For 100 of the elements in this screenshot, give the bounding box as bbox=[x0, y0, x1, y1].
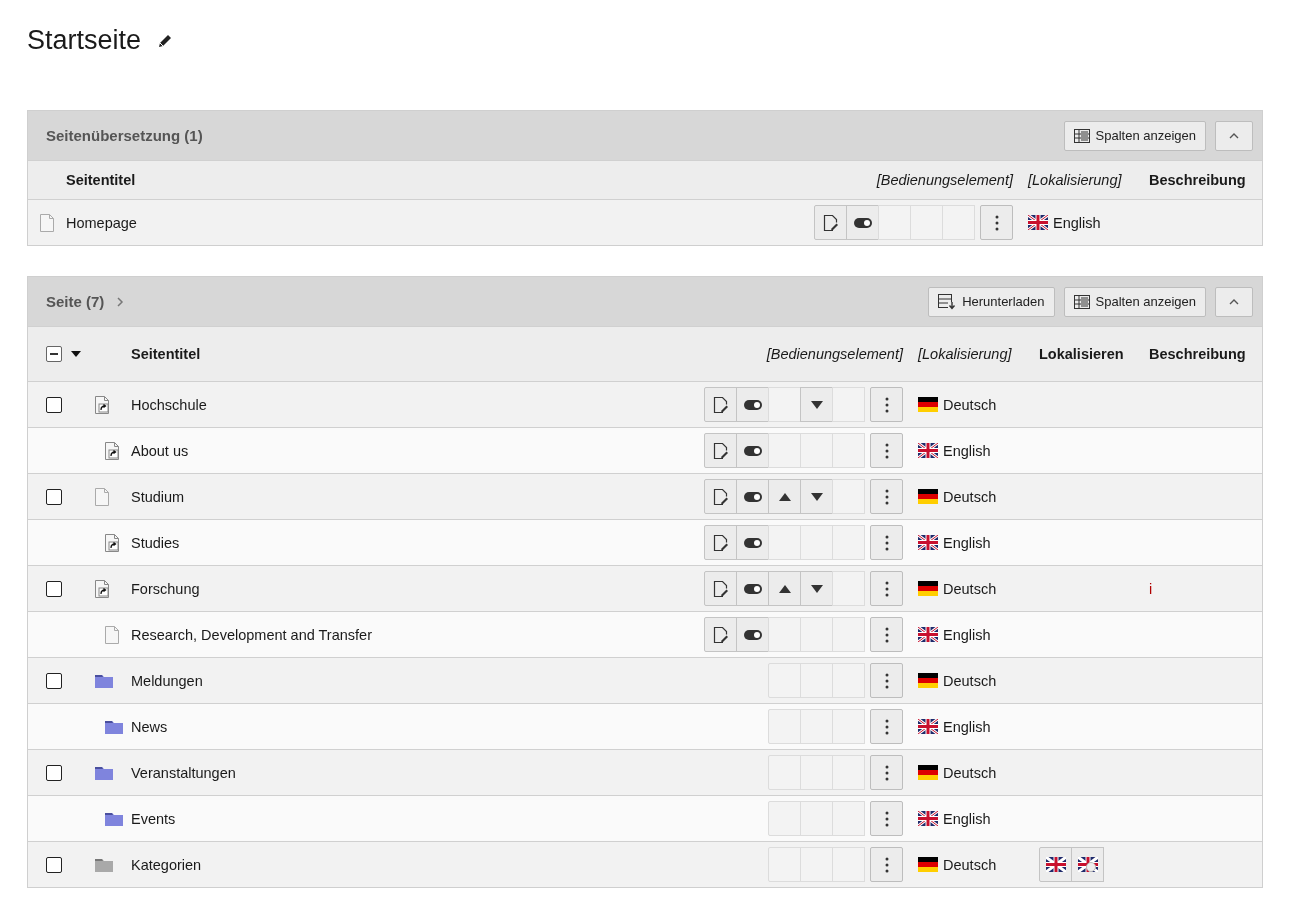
flag-icon bbox=[918, 581, 938, 596]
page-title-link[interactable]: Homepage bbox=[66, 214, 814, 231]
language-label: Deutsch bbox=[943, 580, 997, 597]
page-title-link[interactable]: Events bbox=[131, 810, 768, 827]
chevron-up-icon bbox=[1228, 297, 1240, 306]
folder-icon bbox=[105, 719, 123, 734]
edit-button[interactable] bbox=[704, 617, 737, 652]
page-title-link[interactable]: Meldungen bbox=[131, 672, 768, 689]
download-list-icon bbox=[938, 293, 957, 310]
edit-button[interactable] bbox=[704, 479, 737, 514]
row-checkbox[interactable] bbox=[46, 672, 62, 689]
empty-action-slot bbox=[832, 801, 865, 836]
page-title: Startseite bbox=[27, 24, 142, 56]
page-title-link[interactable]: Research, Development and Transfer bbox=[131, 626, 704, 643]
more-vertical-icon bbox=[884, 764, 889, 781]
page-title-link[interactable]: News bbox=[131, 718, 768, 735]
show-columns-button[interactable]: Spalten anzeigen bbox=[1063, 120, 1206, 151]
language-label: English bbox=[943, 626, 991, 643]
translate-button[interactable] bbox=[1039, 847, 1072, 882]
page-title-link[interactable]: About us bbox=[131, 442, 704, 459]
move-down-button[interactable] bbox=[800, 387, 833, 422]
page-icon bbox=[40, 213, 54, 232]
triangle-down-icon bbox=[810, 400, 823, 409]
triangle-down-icon bbox=[810, 492, 823, 501]
empty-action-slot bbox=[832, 479, 865, 514]
row-checkbox[interactable] bbox=[46, 856, 62, 873]
edit-button[interactable] bbox=[704, 525, 737, 560]
flag-icon bbox=[1028, 215, 1048, 230]
more-vertical-icon bbox=[994, 214, 999, 231]
edit-button[interactable] bbox=[704, 387, 737, 422]
column-header[interactable]: Seitentitel bbox=[131, 346, 767, 362]
empty-action-slot bbox=[832, 433, 865, 468]
page-title-link[interactable]: Forschung bbox=[131, 580, 704, 597]
more-vertical-icon bbox=[884, 856, 889, 873]
move-down-button[interactable] bbox=[800, 571, 833, 606]
column-header[interactable]: Beschreibung bbox=[1149, 172, 1252, 188]
chevron-right-icon[interactable] bbox=[116, 295, 125, 308]
column-header: [Lokalisierung] bbox=[1026, 172, 1123, 188]
select-all-checkbox[interactable] bbox=[46, 346, 62, 362]
column-header[interactable]: Seitentitel bbox=[66, 172, 877, 188]
page-title-link[interactable]: Studium bbox=[131, 488, 704, 505]
language-label: English bbox=[1053, 214, 1101, 231]
more-vertical-icon bbox=[884, 718, 889, 735]
page-title-link[interactable]: Veranstaltungen bbox=[131, 764, 768, 781]
page-icon bbox=[105, 625, 119, 644]
toggle-icon bbox=[743, 445, 762, 456]
toggle-visibility-button[interactable] bbox=[736, 387, 769, 422]
copy-translation-button[interactable] bbox=[1071, 847, 1104, 882]
toggle-visibility-button[interactable] bbox=[736, 617, 769, 652]
edit-button[interactable] bbox=[814, 205, 847, 240]
more-vertical-icon bbox=[884, 534, 889, 551]
page-title-link[interactable]: Kategorien bbox=[131, 856, 768, 873]
edit-button[interactable] bbox=[704, 571, 737, 606]
panel-title[interactable]: Seite (7) bbox=[46, 293, 105, 310]
edit-page-icon bbox=[822, 213, 839, 232]
edit-button[interactable] bbox=[704, 433, 737, 468]
toggle-visibility-button[interactable] bbox=[736, 571, 769, 606]
panel-title[interactable]: Seitenübersetzung (1) bbox=[46, 127, 203, 144]
toggle-visibility-button[interactable] bbox=[846, 205, 879, 240]
more-vertical-icon bbox=[884, 672, 889, 689]
description-text: i bbox=[1149, 580, 1153, 597]
language-label: Deutsch bbox=[943, 488, 997, 505]
language-label: Deutsch bbox=[943, 856, 997, 873]
download-button[interactable]: Herunterladen bbox=[928, 286, 1055, 317]
toggle-icon bbox=[743, 399, 762, 410]
shortcut-page-icon bbox=[105, 533, 121, 552]
page-title-link[interactable]: Studies bbox=[131, 534, 704, 551]
move-down-button[interactable] bbox=[800, 479, 833, 514]
empty-action-slot bbox=[832, 709, 865, 744]
triangle-down-icon bbox=[810, 584, 823, 593]
flag-icon bbox=[918, 811, 938, 826]
language-label: English bbox=[943, 810, 991, 827]
flag-icon bbox=[918, 397, 938, 412]
edit-page-icon bbox=[712, 487, 729, 506]
language-label: Deutsch bbox=[943, 396, 997, 413]
toggle-visibility-button[interactable] bbox=[736, 433, 769, 468]
caret-down-icon[interactable] bbox=[71, 351, 81, 357]
column-header[interactable]: Beschreibung bbox=[1149, 346, 1252, 362]
toggle-icon bbox=[743, 583, 762, 594]
row-checkbox[interactable] bbox=[46, 488, 62, 505]
page-title-link[interactable]: Hochschule bbox=[131, 396, 704, 413]
flag-copy-icon bbox=[1077, 857, 1098, 872]
folder-icon bbox=[95, 765, 113, 780]
show-columns-button[interactable]: Spalten anzeigen bbox=[1063, 286, 1206, 317]
columns-icon bbox=[1073, 128, 1090, 143]
more-vertical-icon bbox=[884, 580, 889, 597]
toggle-icon bbox=[743, 491, 762, 502]
pencil-icon[interactable] bbox=[157, 33, 174, 49]
row-checkbox[interactable] bbox=[46, 580, 62, 597]
toggle-visibility-button[interactable] bbox=[736, 479, 769, 514]
language-label: English bbox=[943, 718, 991, 735]
flag-icon bbox=[918, 673, 938, 688]
row-checkbox[interactable] bbox=[46, 764, 62, 781]
row-checkbox[interactable] bbox=[46, 396, 62, 413]
triangle-up-icon bbox=[778, 584, 791, 593]
toggle-visibility-button[interactable] bbox=[736, 525, 769, 560]
move-up-button[interactable] bbox=[768, 571, 801, 606]
empty-action-slot bbox=[832, 617, 865, 652]
column-header[interactable]: Lokalisieren bbox=[1039, 346, 1149, 362]
move-up-button[interactable] bbox=[768, 479, 801, 514]
